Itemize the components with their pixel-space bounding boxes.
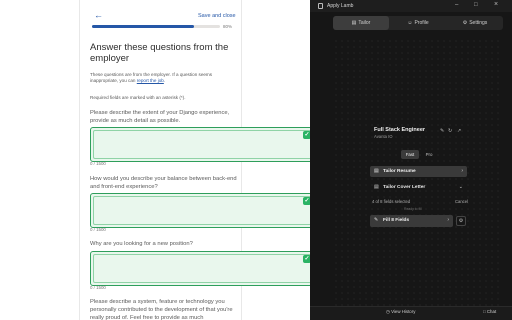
textarea-focus-ring [93, 130, 312, 159]
progress-percent: 80% [223, 24, 233, 29]
question-label: How would you describe your balance betw… [90, 176, 237, 190]
external-link-icon[interactable]: ↗ [457, 128, 461, 134]
answer-textarea[interactable]: ✓ [90, 127, 315, 162]
minimize-icon[interactable]: – [455, 2, 458, 8]
answer-textarea[interactable]: ✓ [90, 251, 315, 286]
history-icon: ◷ [386, 309, 390, 314]
char-counter: 0 / 1500 [90, 161, 106, 166]
chat-button[interactable]: □ Chat [483, 309, 496, 314]
answer-textarea[interactable]: ✓ [90, 193, 315, 228]
intro-end: . [163, 78, 166, 84]
page-title: Answer these questions from the employer [90, 42, 229, 64]
application-form: ← Save and close 80% Answer these questi… [79, 0, 315, 320]
textarea-focus-ring [93, 254, 312, 283]
document-icon: ▤ [374, 168, 379, 174]
job-title: Full Stack Engineer [374, 127, 426, 133]
tab-label: Profile [414, 20, 429, 26]
mode-pro-toggle[interactable]: Pro [420, 150, 438, 159]
fields-selected-text: 4 of 8 fields selected [372, 199, 411, 204]
title-bar: Apply Lamb – □ × [310, 0, 512, 12]
company-name: Avanta IO [374, 134, 393, 139]
tab-profile[interactable]: ☺ Profile [390, 16, 446, 30]
maximize-icon[interactable]: □ [474, 2, 478, 8]
refresh-icon[interactable]: ↻ [448, 128, 452, 134]
fill-icon: ✎ [374, 217, 379, 223]
required-note: Required fields are marked with an aster… [90, 95, 186, 100]
question-label: Why are you looking for a new position? [90, 241, 193, 247]
tab-settings[interactable]: ⚙ Settings [447, 16, 503, 30]
view-history-label: View History [391, 309, 416, 314]
save-and-close-link[interactable]: Save and close [198, 13, 236, 19]
button-label: Tailor Resume [383, 169, 416, 174]
tailor-icon: ▤ [351, 20, 357, 26]
chat-icon: □ [483, 309, 486, 314]
chevron-right-icon: › [447, 217, 449, 223]
question-label: Please describe a system, feature or tec… [90, 299, 233, 320]
progress-bar [92, 25, 220, 28]
profile-icon: ☺ [407, 20, 413, 26]
back-arrow-icon[interactable]: ← [94, 10, 103, 20]
mode-fast-toggle[interactable]: Fast [401, 150, 419, 159]
letter-icon: ▤ [374, 184, 379, 190]
job-application-page: ← Save and close 80% Answer these questi… [0, 0, 315, 320]
view-history-button[interactable]: ◷ View History [386, 309, 415, 315]
chevron-down-icon: ⌄ [458, 184, 463, 190]
char-counter: 0 / 1500 [90, 227, 106, 232]
tailor-resume-button[interactable]: ▤ Tailor Resume › [370, 166, 467, 177]
tab-tailor[interactable]: ▤ Tailor [333, 16, 389, 30]
chat-label: Chat [486, 309, 497, 314]
tab-label: Tailor [358, 20, 371, 26]
tailor-cover-letter-button[interactable]: ▤ Tailor Cover Letter ⌄ [370, 182, 467, 193]
cancel-link[interactable]: Cancel [455, 199, 468, 204]
char-counter: 0 / 1500 [90, 285, 106, 290]
ready-status: Ready to fill [404, 207, 422, 211]
intro-text: These questions are from the employer. I… [90, 72, 240, 84]
edit-icon[interactable]: ✎ [440, 128, 444, 134]
tab-bar: ▤ Tailor ☺ Profile ⚙ Settings [333, 16, 503, 30]
textarea-focus-ring [93, 196, 312, 225]
apply-lamb-panel: Apply Lamb – □ × ▤ Tailor ☺ Profile ⚙ Setti… [310, 0, 512, 320]
fill-fields-button[interactable]: ✎ Fill 8 Fields › [370, 215, 453, 227]
progress-fill [92, 25, 195, 28]
button-label: Fill 8 Fields [383, 218, 410, 223]
report-job-link[interactable]: report the job [137, 78, 164, 83]
tab-label: Settings [469, 20, 488, 26]
app-title: Apply Lamb [327, 3, 354, 9]
button-label: Tailor Cover Letter [383, 185, 426, 190]
question-label: Please describe the extent of your Djang… [90, 110, 230, 124]
close-icon[interactable]: × [494, 1, 498, 8]
fill-settings-icon[interactable]: ⚙ [456, 216, 466, 226]
settings-icon: ⚙ [462, 20, 468, 26]
app-logo-icon [318, 3, 323, 9]
chevron-right-icon: › [461, 168, 463, 174]
